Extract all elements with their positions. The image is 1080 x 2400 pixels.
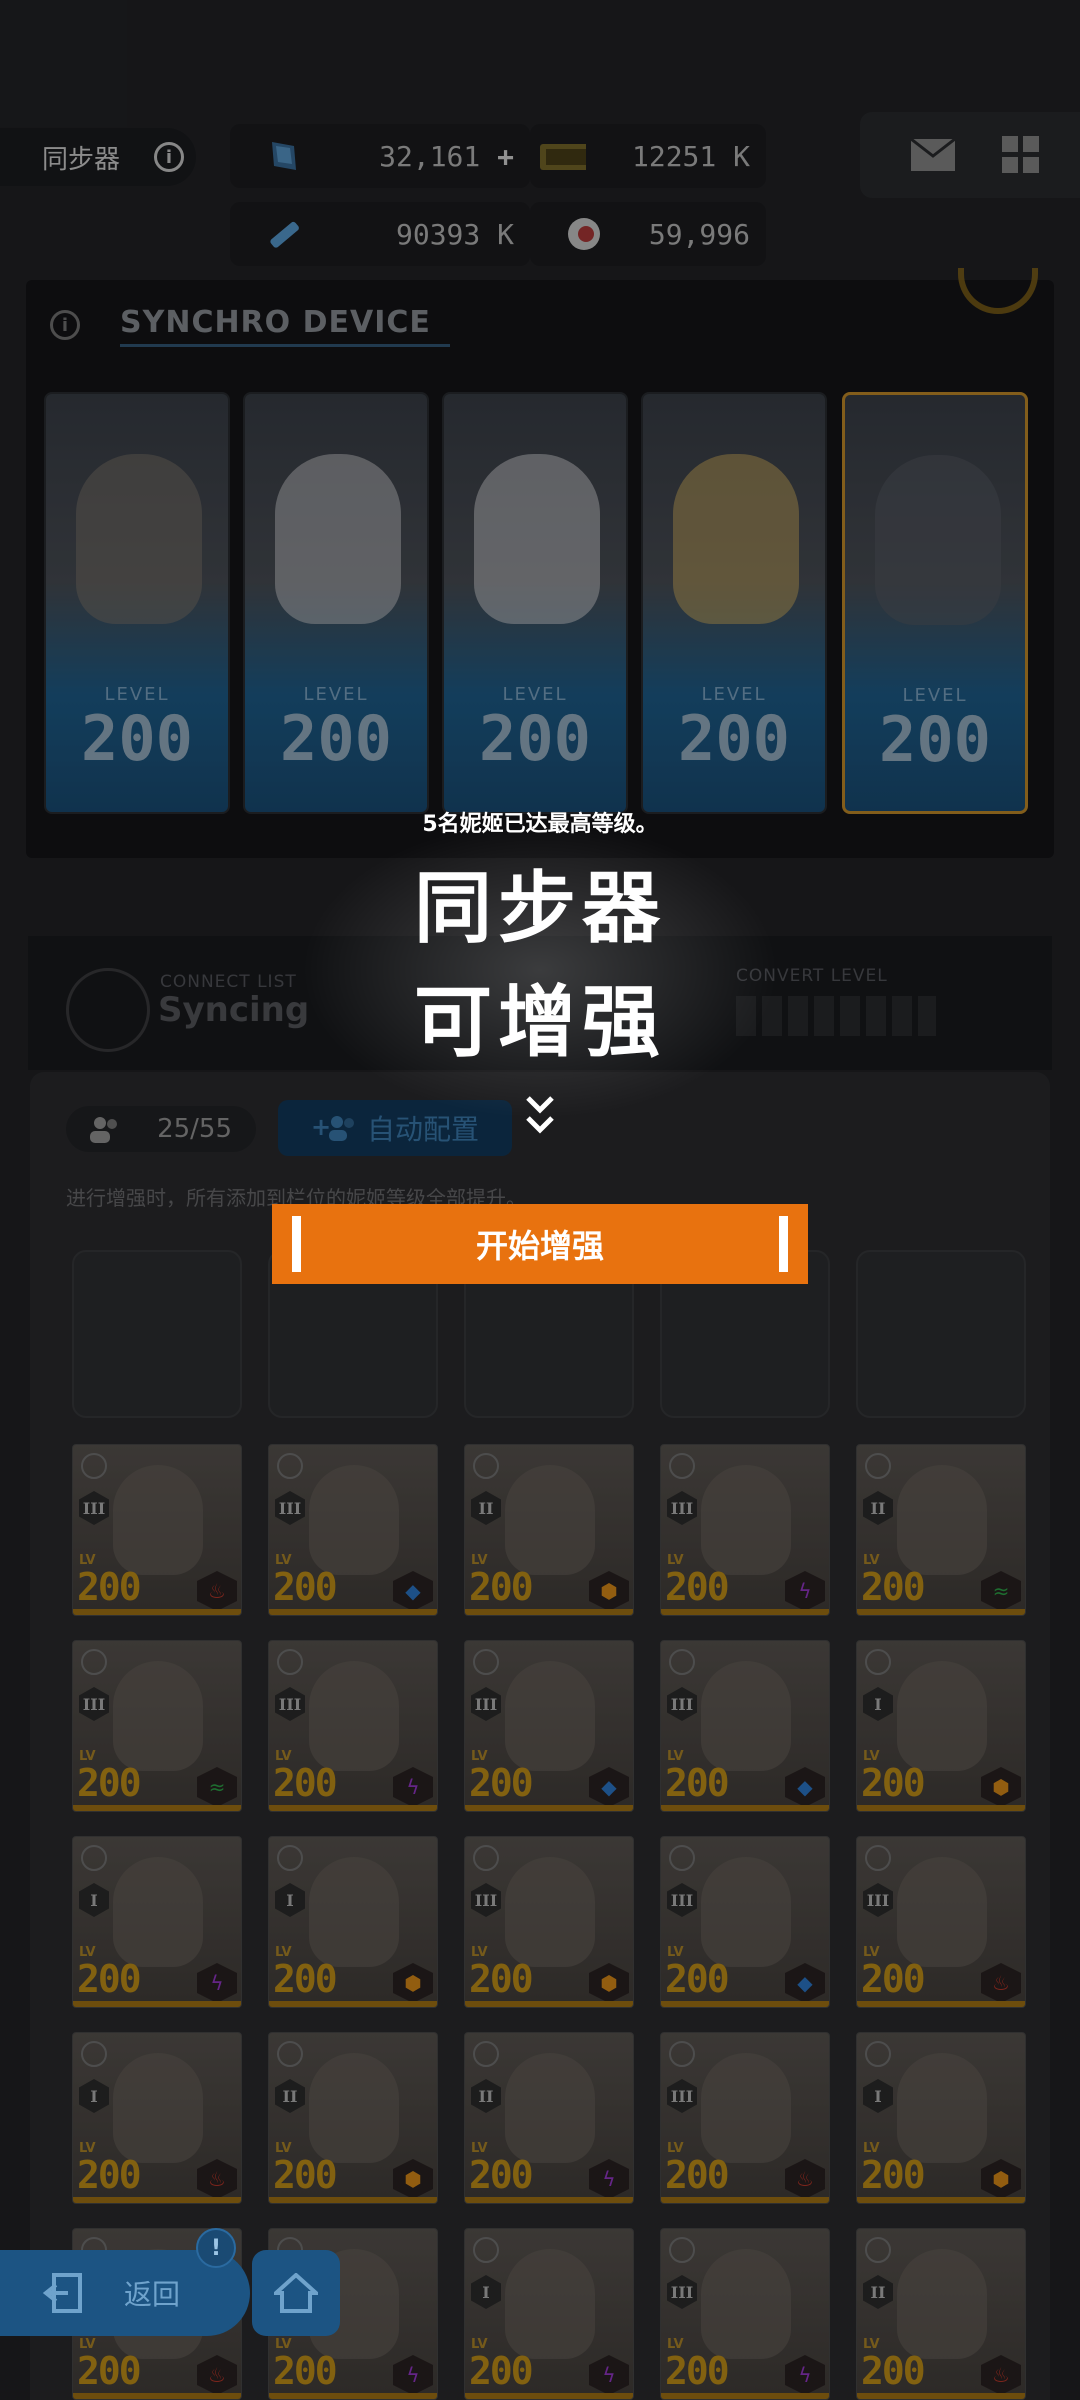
notice-line-2: 可增强 (413, 978, 666, 1068)
alert-icon[interactable]: ! (196, 2228, 236, 2268)
button-edge-right (779, 1216, 788, 1272)
home-button[interactable] (252, 2250, 340, 2336)
modal-dim (0, 0, 1080, 2400)
back-label: 返回 (124, 2278, 181, 2311)
button-edge-left (292, 1216, 301, 1272)
home-icon (274, 2273, 318, 2313)
start-enhance-label: 开始增强 (475, 1227, 604, 1265)
chevron-down-icon (526, 1096, 554, 1134)
exit-icon (42, 2273, 82, 2313)
start-enhance-button[interactable]: 开始增强 (272, 1204, 808, 1284)
notice-line-1: 同步器 (413, 864, 666, 954)
max-level-notice: 5名妮姬已达最高等级。 (422, 812, 658, 837)
